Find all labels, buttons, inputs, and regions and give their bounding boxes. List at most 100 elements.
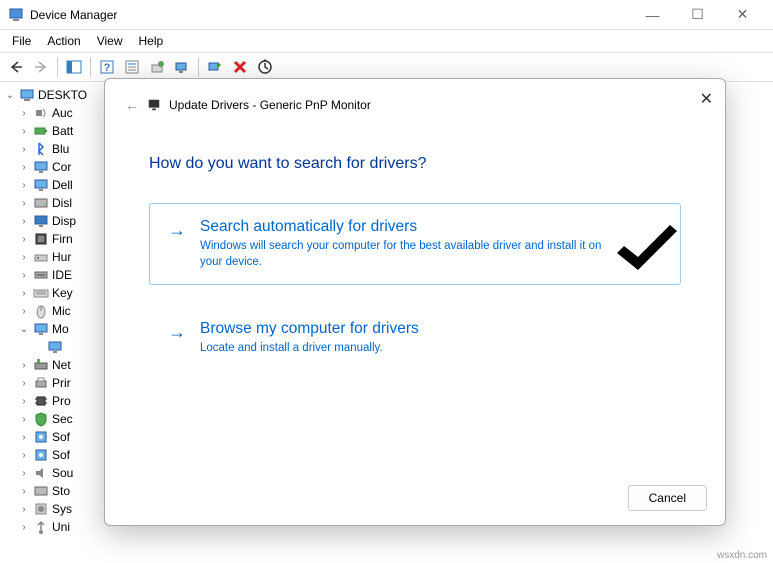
- enable-device-button[interactable]: [203, 55, 227, 79]
- tree-item-label: Sof: [52, 448, 70, 462]
- security-icon: [33, 411, 49, 427]
- dialog-close-button[interactable]: ✕: [700, 89, 713, 109]
- keyboard-icon: [33, 285, 49, 301]
- monitor-icon: [147, 98, 161, 112]
- tree-item-label: Sou: [52, 466, 73, 480]
- tree-item-label: Sto: [52, 484, 70, 498]
- update-driver-button[interactable]: [145, 55, 169, 79]
- monitor-icon: [33, 159, 49, 175]
- device-manager-icon: [8, 7, 24, 23]
- option-browse-computer[interactable]: → Browse my computer for drivers Locate …: [149, 305, 681, 372]
- expand-icon[interactable]: ›: [18, 288, 30, 299]
- svg-text:?: ?: [104, 62, 111, 74]
- uninstall-device-button[interactable]: [228, 55, 252, 79]
- back-button[interactable]: [4, 55, 28, 79]
- dialog-heading: How do you want to search for drivers?: [149, 155, 681, 173]
- audio-icon: [33, 105, 49, 121]
- arrow-right-icon: →: [168, 322, 186, 343]
- expand-icon[interactable]: ⌄: [18, 324, 30, 335]
- menu-view[interactable]: View: [89, 32, 131, 50]
- tree-item-label: Cor: [52, 160, 71, 174]
- disable-device-button[interactable]: [253, 55, 277, 79]
- firmware-icon: [33, 231, 49, 247]
- processor-icon: [33, 393, 49, 409]
- menu-file[interactable]: File: [4, 32, 39, 50]
- minimize-button[interactable]: —: [630, 0, 675, 30]
- collapse-icon[interactable]: ⌄: [4, 90, 16, 101]
- dialog-header: ← Update Drivers - Generic PnP Monitor: [105, 79, 725, 117]
- back-arrow-icon[interactable]: ←: [125, 97, 139, 113]
- monitor-item-icon: [47, 339, 63, 355]
- expand-icon[interactable]: ›: [18, 180, 30, 191]
- expand-icon[interactable]: ›: [18, 378, 30, 389]
- expand-icon[interactable]: ›: [18, 270, 30, 281]
- expand-icon[interactable]: ›: [18, 396, 30, 407]
- tree-item-label: Disl: [52, 196, 72, 210]
- tree-item-label: Blu: [52, 142, 69, 156]
- ide-icon: [33, 267, 49, 283]
- dialog-body: How do you want to search for drivers? →…: [105, 117, 725, 410]
- expand-icon[interactable]: ›: [18, 234, 30, 245]
- expand-icon[interactable]: ›: [18, 450, 30, 461]
- disk-icon: [33, 195, 49, 211]
- toolbar-separator: [198, 57, 199, 77]
- storage-icon: [33, 483, 49, 499]
- scan-hardware-button[interactable]: [170, 55, 194, 79]
- network-icon: [33, 357, 49, 373]
- hid-icon: [33, 249, 49, 265]
- tree-item-label: Auc: [52, 106, 73, 120]
- option-desc: Windows will search your computer for th…: [200, 239, 620, 270]
- expand-icon[interactable]: ›: [18, 198, 30, 209]
- maximize-button[interactable]: ☐: [675, 0, 720, 30]
- close-button[interactable]: ✕: [720, 0, 765, 30]
- expand-icon[interactable]: ›: [18, 414, 30, 425]
- expand-icon[interactable]: ›: [18, 252, 30, 263]
- forward-button[interactable]: [29, 55, 53, 79]
- menu-help[interactable]: Help: [131, 32, 172, 50]
- option-search-automatically[interactable]: → Search automatically for drivers Windo…: [149, 203, 681, 285]
- tree-item-label: Hur: [52, 250, 71, 264]
- tree-item-label: Uni: [52, 520, 70, 534]
- display-icon: [33, 213, 49, 229]
- expand-icon[interactable]: ›: [18, 162, 30, 173]
- properties-button[interactable]: [120, 55, 144, 79]
- expand-icon[interactable]: ›: [18, 360, 30, 371]
- tree-item-label: Sof: [52, 430, 70, 444]
- monitor-icon: [33, 177, 49, 193]
- toolbar-separator: [57, 57, 58, 77]
- tree-item-label: Firn: [52, 232, 73, 246]
- tree-item-label: Prir: [52, 376, 71, 390]
- cancel-button[interactable]: Cancel: [628, 485, 707, 511]
- mouse-icon: [33, 303, 49, 319]
- software-icon: [33, 447, 49, 463]
- tree-item-label: IDE: [52, 268, 72, 282]
- update-drivers-dialog: ✕ ← Update Drivers - Generic PnP Monitor…: [104, 78, 726, 526]
- expand-icon[interactable]: ›: [18, 216, 30, 227]
- expand-icon[interactable]: ›: [18, 144, 30, 155]
- tree-item-label: Key: [52, 286, 73, 300]
- tree-item-label: Dell: [52, 178, 73, 192]
- tree-root-label: DESKTO: [38, 88, 87, 102]
- expand-icon[interactable]: ›: [18, 108, 30, 119]
- tree-item-label: Pro: [52, 394, 71, 408]
- help-button[interactable]: ?: [95, 55, 119, 79]
- tree-item-label: Net: [52, 358, 71, 372]
- expand-icon[interactable]: ›: [18, 504, 30, 515]
- expand-icon[interactable]: ›: [18, 126, 30, 137]
- bluetooth-icon: [33, 141, 49, 157]
- expand-icon[interactable]: ›: [18, 306, 30, 317]
- expand-icon[interactable]: ›: [18, 468, 30, 479]
- show-hide-tree-button[interactable]: [62, 55, 86, 79]
- tree-item-label: Sys: [52, 502, 72, 516]
- battery-icon: [33, 123, 49, 139]
- window-titlebar: Device Manager — ☐ ✕: [0, 0, 773, 30]
- menu-action[interactable]: Action: [39, 32, 88, 50]
- system-icon: [33, 501, 49, 517]
- printer-icon: [33, 375, 49, 391]
- option-title: Search automatically for drivers: [200, 218, 620, 236]
- expand-icon[interactable]: ›: [18, 522, 30, 533]
- expand-icon[interactable]: ›: [18, 432, 30, 443]
- expand-icon[interactable]: ›: [18, 486, 30, 497]
- tree-item-label: Mic: [52, 304, 71, 318]
- tree-item-label: Disp: [52, 214, 76, 228]
